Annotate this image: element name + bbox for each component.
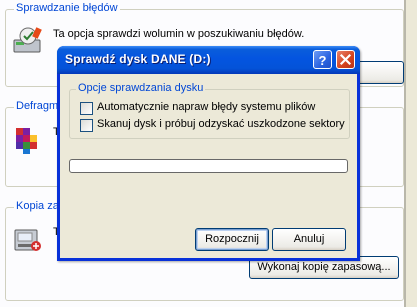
auto-fix-checkbox[interactable] [80, 102, 93, 115]
disk-check-options-group: Opcje sprawdzania dysku Automatycznie na… [69, 82, 350, 139]
close-button[interactable] [336, 50, 355, 69]
start-button[interactable]: Rozpocznij [195, 228, 269, 251]
close-icon [339, 53, 352, 66]
disk-check-icon [12, 26, 44, 61]
backup-icon [12, 224, 44, 259]
dialog-titlebar[interactable]: Sprawdź dysk DANE (D:) ? [57, 46, 360, 74]
scan-sectors-checkbox[interactable] [80, 119, 93, 132]
cancel-button[interactable]: Anuluj [272, 228, 346, 251]
dialog-title: Sprawdź dysk DANE (D:) [65, 52, 211, 66]
check-disk-dialog: Sprawdź dysk DANE (D:) ? Opcje sprawdzan… [57, 46, 360, 261]
scan-sectors-label: Skanuj dysk i próbuj odzyskać uszkodzone… [97, 118, 345, 130]
options-title: Opcje sprawdzania dysku [76, 82, 206, 94]
auto-fix-label: Automatycznie napraw błędy systemu plikó… [97, 101, 316, 113]
dialog-body: Opcje sprawdzania dysku Automatycznie na… [60, 74, 357, 258]
defrag-icon [12, 124, 44, 159]
check-progress-bar [69, 159, 348, 173]
help-button[interactable]: ? [313, 50, 332, 69]
tab-page-edge [404, 0, 406, 307]
error-check-title: Sprawdzanie błędów [14, 2, 120, 14]
error-check-description: Ta opcja sprawdzi wolumin w poszukiwaniu… [53, 28, 305, 40]
